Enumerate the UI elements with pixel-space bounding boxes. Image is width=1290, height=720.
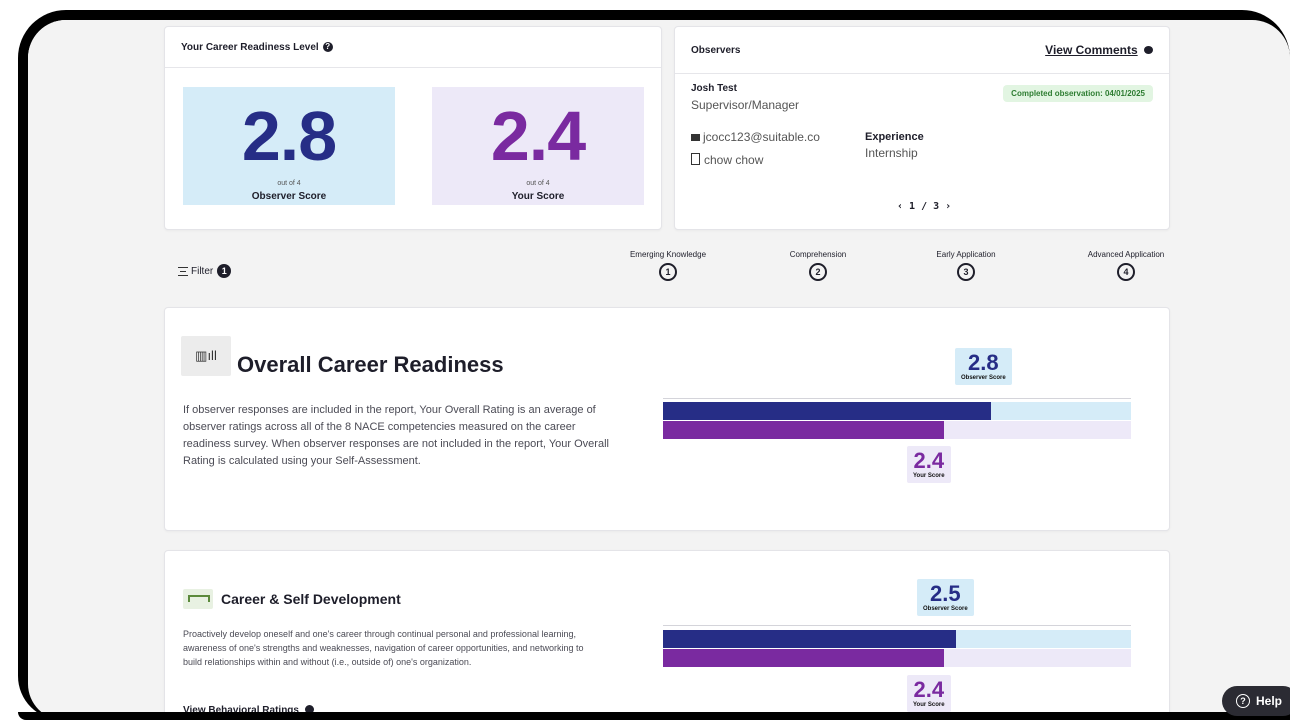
view-comments-link[interactable]: View Comments [1045,43,1153,57]
overall-your-value: 2.4 [913,448,945,473]
overall-description: If observer responses are included in th… [183,404,609,467]
level-2-label: Comprehension [789,250,847,259]
chevron-left-icon[interactable]: ‹ [897,201,903,212]
level-1-number: 1 [659,263,677,281]
career-observer-bar [663,630,956,648]
observers-card: Observers View Comments Josh Test Superv… [674,26,1170,230]
level-4-number: 4 [1117,263,1135,281]
filter-button[interactable]: Filter 1 [178,264,232,278]
level-1-label: Emerging Knowledge [629,250,707,259]
overall-observer-value: 2.8 [968,350,999,375]
career-card: Career & Self Development Proactively de… [164,550,1170,720]
observer-score-value: 2.8 [241,97,337,175]
observer-out-of: out of 4 [277,180,301,187]
career-icon [183,589,213,609]
overall-icon: ▥ıll [181,336,231,376]
readiness-card: Your Career Readiness Level ? 2.8 out of… [164,26,662,230]
career-your-label: Your Score [913,702,945,708]
overall-your-track [663,421,1131,439]
overall-card: ▥ıll Overall Career Readiness If observe… [164,307,1170,531]
overall-observer-bar [663,402,991,420]
career-observer-value: 2.5 [930,581,961,606]
career-title: Career & Self Development [221,591,401,607]
observer-org-row: chow chow [691,153,763,167]
pager-label: 1 / 3 [909,201,940,212]
career-observer-label: Observer Score [923,606,968,612]
experience-label: Experience [865,131,924,143]
building-icon [691,153,700,165]
observer-score-label: Observer Score [251,191,327,202]
career-your-track [663,649,1131,667]
level-3: Early Application 3 [918,250,1014,281]
career-your-chip: 2.4 Your Score [907,675,951,712]
overall-your-chip: 2.4 Your Score [907,446,951,483]
envelope-icon [691,134,700,141]
overall-observer-label: Observer Score [961,375,1006,381]
career-your-value: 2.4 [913,677,945,702]
overall-observer-track [663,402,1131,420]
level-1: Emerging Knowledge 1 [618,250,718,281]
your-score-label: Your Score [511,191,565,202]
help-label: Help [1256,694,1283,708]
your-score-value: 2.4 [490,97,586,175]
level-4-label: Advanced Application [1087,250,1165,259]
level-4: Advanced Application 4 [1072,250,1180,281]
level-3-number: 3 [957,263,975,281]
question-circle-icon[interactable]: ? [322,42,333,52]
overall-your-bar [663,421,944,439]
your-score-box: 2.4 out of 4 Your Score [432,87,644,205]
overall-observer-chip: 2.8 Observer Score [955,348,1012,385]
observer-email-row: jcocc123@suitable.co [691,130,820,144]
filter-count: 1 [217,264,232,278]
level-2: Comprehension 2 [770,250,866,281]
filter-icon [178,266,188,276]
observers-card-header: Observers View Comments [675,27,1169,74]
filter-label: Filter [191,265,214,277]
observer-pager: ‹ 1 / 3 › [897,201,951,212]
observer-role: Supervisor/Manager [691,98,800,112]
chevron-right-icon[interactable]: › [945,201,951,212]
view-comments-label: View Comments [1045,43,1138,57]
readiness-title: Your Career Readiness Level [181,41,319,53]
observer-name: Josh Test [691,83,737,94]
overall-your-label: Your Score [913,473,945,479]
question-circle-icon: ? [1236,694,1250,708]
career-observer-track [663,630,1131,648]
device-frame-bottom [18,712,1290,720]
career-your-bar [663,649,944,667]
observer-email: jcocc123@suitable.co [703,130,820,144]
level-2-number: 2 [809,263,827,281]
career-observer-chip: 2.5 Observer Score [917,579,974,616]
readiness-card-header: Your Career Readiness Level ? [165,27,661,68]
observer-score-box: 2.8 out of 4 Observer Score [183,87,395,205]
overall-title: Overall Career Readiness [237,352,504,377]
completed-badge: Completed observation: 04/01/2025 [1003,85,1153,102]
comment-icon [1144,46,1153,54]
experience-value: Internship [865,146,918,160]
app-screen: Your Career Readiness Level ? 2.8 out of… [28,20,1290,720]
level-3-label: Early Application [936,250,996,259]
help-button[interactable]: ? Help [1222,686,1290,716]
observers-title: Observers [691,44,741,56]
career-description: Proactively develop oneself and one's ca… [183,629,584,667]
observer-org: chow chow [704,153,764,167]
your-out-of: out of 4 [526,180,550,187]
